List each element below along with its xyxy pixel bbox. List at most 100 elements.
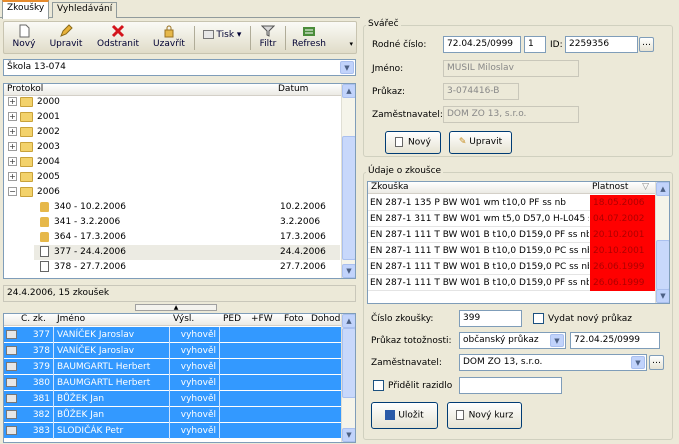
edit-button[interactable]: Upravit [44, 22, 88, 53]
exam-row[interactable]: EN 287-1 135 P BW W01 wm t10,0 PF ss nb 1… [368, 195, 657, 211]
new-button[interactable]: Nový [8, 22, 40, 53]
folder-open-icon [20, 186, 33, 197]
table-row[interactable]: 381 BŮŽEK Jan vyhověl [4, 391, 343, 407]
tree-item[interactable]: 364 - 17.3.2006 17.3.2006 [40, 230, 340, 245]
exam-scrollbar[interactable]: ▲ ▼ [655, 182, 669, 303]
tree-item-selected[interactable]: 377 - 24.4.2006 24.4.2006 [34, 245, 340, 260]
print-button[interactable]: Tisk ▾ [198, 22, 246, 53]
col-exam-header[interactable]: Zkouška [368, 182, 589, 194]
col-name-header[interactable]: Jméno [54, 314, 170, 326]
collapse-icon[interactable]: − [8, 187, 17, 196]
tree-item[interactable]: 341 - 3.2.2006 3.2.2006 [40, 215, 340, 230]
chevron-down-icon[interactable]: ▼ [340, 61, 354, 74]
item-date: 24.4.2006 [280, 247, 326, 257]
tree-year-2006[interactable]: − 2006 [8, 185, 60, 200]
refresh-button[interactable]: Refresh [289, 22, 329, 53]
stamp-checkbox[interactable] [373, 380, 384, 391]
item-label: 377 - 24.4.2006 [54, 247, 126, 257]
col-icon-header[interactable] [4, 314, 18, 326]
tree-year-2001[interactable]: +2001 [8, 110, 60, 125]
expand-icon[interactable]: + [8, 142, 17, 151]
save-button[interactable]: Uložit [371, 402, 438, 429]
welder-new-button[interactable]: Nový [385, 131, 441, 154]
table-row[interactable]: 378 VANÍČEK Jaroslav vyhověl [4, 343, 343, 359]
table-row[interactable]: 383 SLODIČÁK Petr vyhověl [4, 423, 343, 439]
col-dohoda-header[interactable]: Dohoda [308, 314, 346, 326]
employer-field: DOM ZO 13, s.r.o. [443, 106, 579, 123]
col-ped-header[interactable]: PED [220, 314, 248, 326]
tree-year-2002[interactable]: +2002 [8, 125, 60, 140]
printer-icon[interactable] [6, 423, 18, 441]
tree-item[interactable]: 340 - 10.2.2006 10.2.2006 [40, 200, 340, 215]
close-button[interactable]: Uzavřít [148, 22, 190, 53]
welder-edit-button[interactable]: ✎ Upravit [449, 131, 512, 154]
expand-icon[interactable]: + [8, 112, 17, 121]
scroll-thumb[interactable] [342, 328, 355, 398]
id-doc-field[interactable]: 72.04.25/0999 [570, 332, 660, 349]
col-result-header[interactable]: Výsl. [170, 314, 220, 326]
scroll-up-icon[interactable]: ▲ [342, 84, 355, 98]
tree-year-2004[interactable]: +2004 [8, 155, 60, 170]
grid-scrollbar[interactable]: ▲ ▼ [341, 314, 355, 442]
delete-button[interactable]: Odstranit [92, 22, 144, 53]
col-date-header[interactable]: Datum [275, 84, 343, 96]
exam-row[interactable]: EN 287-1 111 T BW W01 B t10,0 D159,0 PC … [368, 243, 657, 259]
chevron-down-icon[interactable]: ▼ [550, 334, 564, 347]
printer-icon-shape [6, 394, 17, 403]
toolbar-overflow-icon[interactable]: ▾ [349, 40, 353, 48]
folder-icon [20, 126, 33, 137]
scroll-thumb[interactable] [342, 136, 355, 260]
new-card-checkbox[interactable] [533, 313, 544, 324]
tab-zkousky[interactable]: Zkoušky [2, 0, 50, 19]
scroll-down-icon[interactable]: ▼ [342, 428, 355, 442]
school-select[interactable]: Škola 13-074 ▼ [3, 59, 356, 76]
splitter-handle[interactable]: ▲ [135, 304, 217, 311]
table-row[interactable]: 379 BAUMGARTL Herbert vyhověl [4, 359, 343, 375]
exam-row[interactable]: EN 287-1 111 T BW W01 B t10,0 D159,0 PF … [368, 227, 657, 243]
col-valid-header[interactable]: Platnost ▽ [589, 182, 657, 194]
cell-result: vyhověl [170, 391, 220, 407]
scroll-up-icon[interactable]: ▲ [342, 314, 355, 328]
expand-icon[interactable]: + [8, 172, 17, 181]
expand-icon[interactable]: + [8, 127, 17, 136]
printer-icon [202, 30, 214, 39]
chevron-down-icon[interactable]: ▼ [631, 356, 645, 369]
scroll-down-icon[interactable]: ▼ [342, 264, 355, 278]
id-field[interactable]: 2259356 [565, 36, 638, 53]
cell-result: vyhověl [170, 343, 220, 359]
tree-item[interactable]: 378 - 27.7.2006 27.7.2006 [40, 260, 340, 275]
scroll-down-icon[interactable]: ▼ [656, 289, 669, 303]
tab-vyhledavani[interactable]: Vyhledávání [52, 2, 118, 18]
tree-year-2000[interactable]: +2000 [8, 95, 60, 110]
exam-num-field[interactable]: 399 [459, 310, 522, 327]
expand-icon[interactable]: + [8, 97, 17, 106]
tree-year-2005[interactable]: +2005 [8, 170, 60, 185]
exam-row[interactable]: EN 287-1 111 T BW W01 B t10,0 D159,0 PF … [368, 275, 657, 291]
new-label: Nový [12, 39, 36, 49]
tree-scrollbar[interactable]: ▲ ▼ [341, 84, 355, 278]
exam-row[interactable]: EN 287-1 111 T BW W01 B t10,0 D159,0 PC … [368, 259, 657, 275]
year-label: 2002 [37, 127, 60, 137]
cell-result: vyhověl [170, 359, 220, 375]
new-course-button[interactable]: Nový kurz [447, 402, 522, 429]
expand-icon[interactable]: + [8, 157, 17, 166]
browse-dots-icon[interactable]: … [649, 355, 664, 370]
stamp-field[interactable] [459, 377, 562, 394]
filter-button[interactable]: Filtr [255, 22, 281, 53]
table-row[interactable]: 377 VANÍČEK Jaroslav vyhověl [4, 327, 343, 343]
rc-field[interactable]: 72.04.25/0999 [443, 36, 521, 53]
tree-year-2003[interactable]: +2003 [8, 140, 60, 155]
rc-index-field[interactable]: 1 [524, 36, 546, 53]
browse-dots-icon[interactable]: … [639, 37, 654, 52]
header-label: Protokol [7, 84, 44, 94]
scroll-thumb[interactable] [656, 240, 669, 290]
scroll-up-icon[interactable]: ▲ [656, 182, 669, 196]
table-row[interactable]: 382 BŮŽEK Jan vyhověl [4, 407, 343, 423]
col-foto-header[interactable]: Foto [281, 314, 308, 326]
id-type-select[interactable]: občanský průkaz ▼ [459, 332, 566, 349]
col-num-header[interactable]: Č. zk. [18, 314, 54, 326]
exam-row[interactable]: EN 287-1 311 T BW W01 wm t5,0 D57,0 H-L0… [368, 211, 657, 227]
col-fw-header[interactable]: +FW [248, 314, 281, 326]
exam-employer-select[interactable]: DOM ZO 13, s.r.o. ▼ [459, 354, 647, 371]
table-row[interactable]: 380 BAUMGARTL Herbert vyhověl [4, 375, 343, 391]
